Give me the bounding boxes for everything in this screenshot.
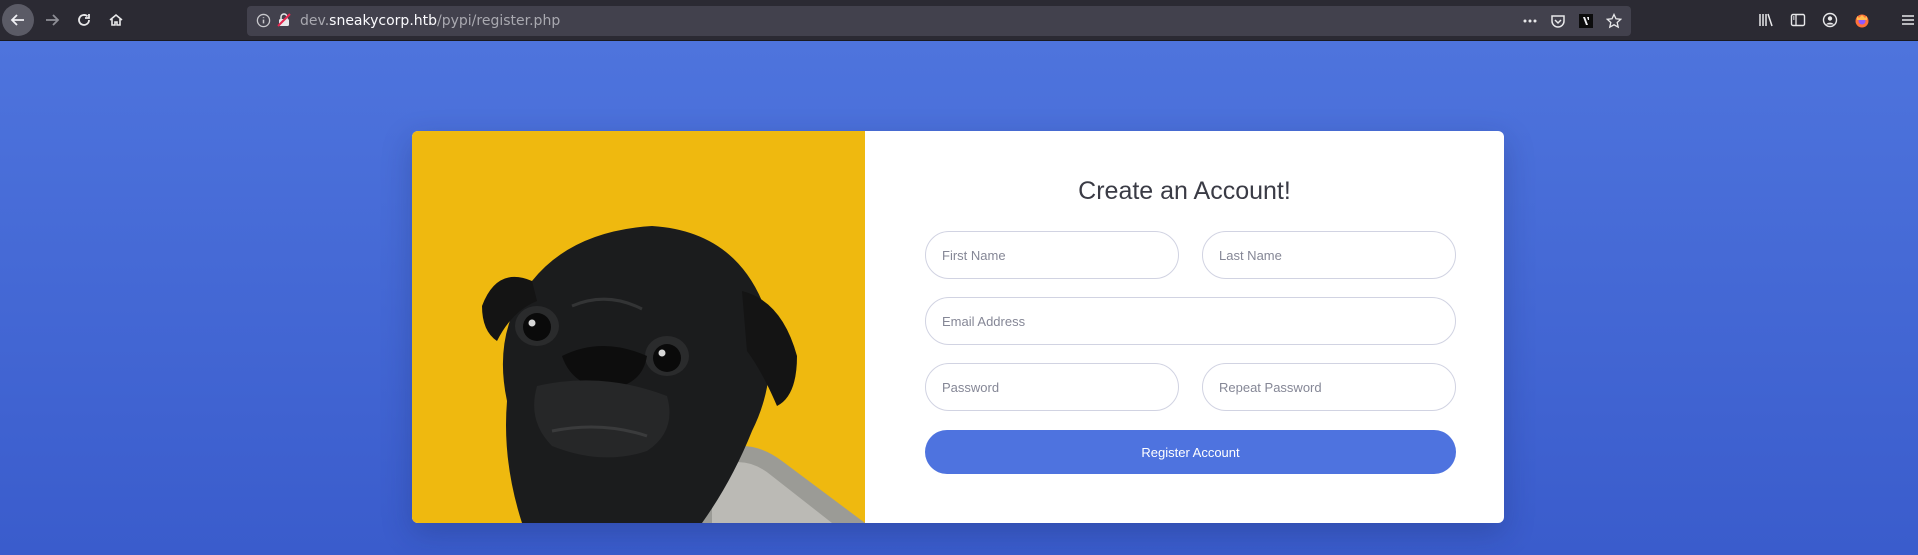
sidebar-icon[interactable] [1786,8,1810,32]
register-button[interactable]: Register Account [925,430,1456,474]
insecure-lock-icon[interactable] [276,12,292,32]
last-name-field[interactable] [1202,231,1456,279]
reload-button[interactable] [68,4,100,36]
info-icon[interactable] [256,13,271,32]
password-field[interactable] [925,363,1179,411]
back-arrow-icon [10,14,24,26]
forward-arrow-icon [46,14,60,26]
forward-button[interactable] [36,4,68,36]
url-host: sneakycorp.htb [329,13,438,29]
email-field[interactable] [925,297,1456,345]
first-name-field[interactable] [925,231,1179,279]
address-bar[interactable]: dev.sneakycorp.htb/pypi/register.php [247,6,1631,36]
register-card: Create an Account! Register Account [412,131,1504,523]
url-host-prefix: dev. [300,13,330,29]
menu-icon[interactable] [1896,8,1918,32]
url-path: /pypi/register.php [437,13,561,29]
repeat-password-field[interactable] [1202,363,1456,411]
page-background: Create an Account! Register Account [0,41,1918,555]
extension-icon[interactable] [1575,10,1597,32]
account-icon[interactable] [1818,8,1842,32]
home-icon [109,13,123,26]
register-form: Create an Account! Register Account [865,131,1504,523]
back-button[interactable] [2,4,34,36]
bookmark-star-icon[interactable] [1603,10,1625,32]
library-icon[interactable] [1754,8,1778,32]
more-icon[interactable] [1519,10,1541,32]
pug-photo [412,131,865,523]
pocket-icon[interactable] [1547,10,1569,32]
pug-illustration [482,226,865,523]
page-title: Create an Account! [1078,177,1291,205]
reload-icon [78,14,90,26]
browser-toolbar: dev.sneakycorp.htb/pypi/register.php [0,0,1918,41]
home-button[interactable] [100,4,132,36]
url-text[interactable]: dev.sneakycorp.htb/pypi/register.php [300,12,560,30]
firefox-icon[interactable] [1850,8,1874,32]
